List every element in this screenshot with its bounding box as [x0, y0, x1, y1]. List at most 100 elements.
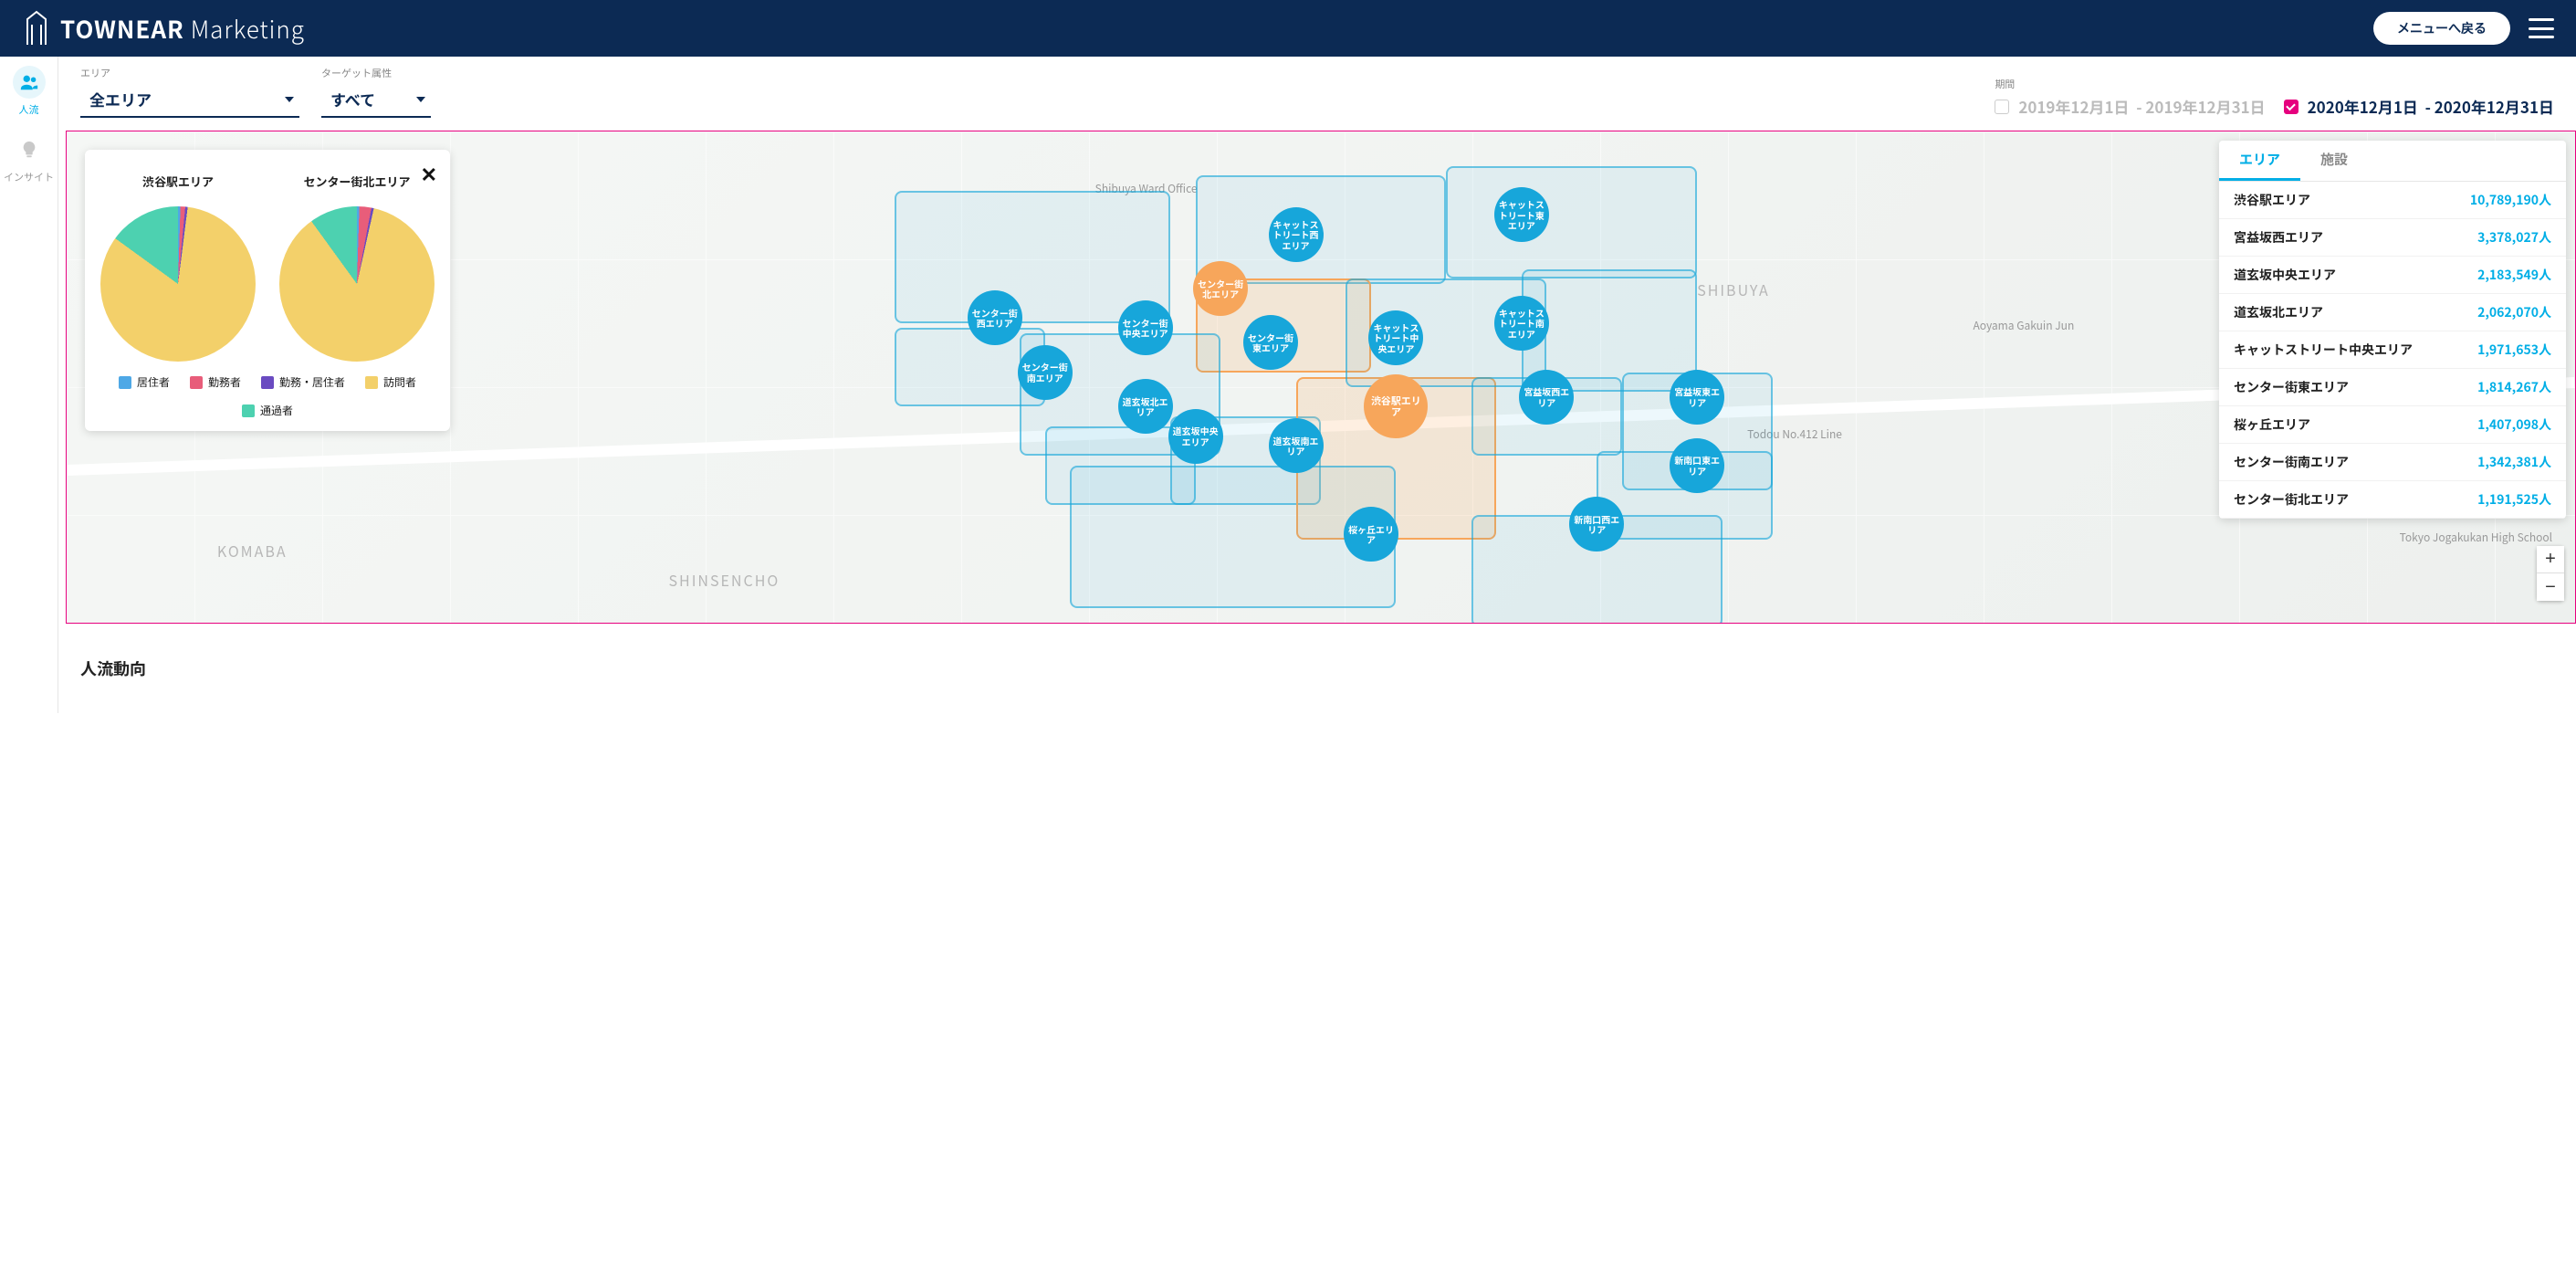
panel-tab[interactable]: 施設 [2300, 141, 2368, 181]
area-marker[interactable]: 渋谷駅エリア [1364, 374, 1428, 438]
area-marker[interactable]: 道玄坂北エリア [1118, 379, 1173, 434]
area-row-value: 1,971,653人 [2477, 341, 2551, 359]
area-list-panel: エリア施設 渋谷駅エリア10,789,190人宮益坂西エリア 3,378,027人… [2219, 141, 2566, 519]
area-list-row[interactable]: 道玄坂中央エリア 2,183,549人 [2219, 257, 2566, 294]
area-row-value: 1,814,267人 [2477, 378, 2551, 396]
legend-item: 勤務者 [190, 374, 241, 390]
legend-item: 訪問者 [365, 374, 416, 390]
area-row-name: センター街南エリア [2234, 453, 2349, 471]
legend-item: 居住者 [119, 374, 170, 390]
map-zoom-control: + − [2537, 546, 2564, 601]
area-row-value: 2,183,549人 [2477, 266, 2551, 284]
period-a-range[interactable]: 2019年12月1日 - 2019年12月31日 [2018, 95, 2265, 118]
area-row-name: 道玄坂中央エリア [2234, 266, 2336, 284]
area-row-name: 桜ヶ丘エリア [2234, 415, 2310, 434]
chevron-down-icon [285, 97, 294, 102]
legend-item: 通過者 [242, 403, 293, 418]
pie-title: 渋谷駅エリア [142, 166, 214, 195]
map-poi-label: SHINSENCHO [669, 569, 780, 591]
legend-label: 居住者 [137, 374, 170, 390]
brand-logo: TOWNEAR Marketing [22, 10, 305, 47]
people-icon [13, 66, 46, 99]
chevron-down-icon [416, 97, 425, 102]
area-list-row[interactable]: センター街南エリア1,342,381人 [2219, 444, 2566, 481]
legend-label: 通過者 [260, 403, 293, 418]
area-row-value: 1,191,525人 [2477, 490, 2551, 509]
hamburger-menu-icon[interactable] [2529, 18, 2554, 38]
area-row-value: 10,789,190人 [2470, 191, 2551, 209]
filter-bar: エリア 全エリア ターゲット属性 すべて 期間 [58, 57, 2576, 123]
map-container[interactable]: Shibuya Ward OfficeSHIBUYAKOMABASHINSENC… [66, 131, 2576, 624]
legend-swatch-icon [119, 376, 131, 389]
sidebar-item-label: 人流 [19, 102, 39, 117]
area-marker[interactable]: キャットストリート西エリア [1269, 207, 1324, 262]
area-list-row[interactable]: センター街東エリア 1,814,267人 [2219, 369, 2566, 406]
area-marker[interactable]: センター街南エリア [1018, 345, 1073, 400]
area-marker[interactable]: 新南口東エリア [1670, 438, 1724, 493]
area-row-name: センター街北エリア [2234, 490, 2349, 509]
area-marker[interactable]: 宮益坂西エリア [1519, 370, 1574, 425]
close-icon[interactable]: ✕ [421, 159, 437, 188]
area-row-value: 1,407,098人 [2477, 415, 2551, 434]
header-right: メニューへ戻る [2373, 12, 2554, 45]
panel-tab[interactable]: エリア [2219, 141, 2300, 181]
area-marker[interactable]: センター街東エリア [1243, 315, 1298, 370]
area-list-row[interactable]: 桜ヶ丘エリア 1,407,098人 [2219, 406, 2566, 444]
zoom-out-button[interactable]: − [2537, 573, 2564, 601]
area-list-row[interactable]: 道玄坂北エリア 2,062,070人 [2219, 294, 2566, 331]
area-polygon[interactable] [895, 191, 1170, 323]
period-b-range[interactable]: 2020年12月1日 - 2020年12月31日 [2308, 95, 2554, 118]
area-select[interactable]: 全エリア [80, 84, 299, 118]
area-list-row[interactable]: 渋谷駅エリア10,789,190人 [2219, 182, 2566, 219]
legend-label: 訪問者 [383, 374, 416, 390]
pie-chart [100, 206, 256, 362]
app-header: TOWNEAR Marketing メニューへ戻る [0, 0, 2576, 57]
legend-label: 勤務者 [208, 374, 241, 390]
pie-chart [279, 206, 435, 362]
zoom-in-button[interactable]: + [2537, 546, 2564, 573]
legend-swatch-icon [365, 376, 378, 389]
map-poi-label: Aoyama Gakuin Jun [1973, 318, 2074, 333]
area-row-value: 2,062,070人 [2477, 303, 2551, 321]
area-marker[interactable]: 宮益坂東エリア [1670, 370, 1724, 425]
area-list-row[interactable]: 宮益坂西エリア 3,378,027人 [2219, 219, 2566, 257]
area-list-row[interactable]: キャットストリート中央エリア 1,971,653人 [2219, 331, 2566, 369]
trend-section: 人流動向 [58, 624, 2576, 713]
map-poi-label: KOMABA [217, 540, 288, 562]
map-poi-label: Tokyo Jogakukan High School [2400, 530, 2552, 545]
attribute-select[interactable]: すべて [321, 84, 431, 118]
bulb-icon [13, 133, 46, 166]
area-marker[interactable]: キャットストリート中央エリア [1368, 310, 1423, 365]
brand-text: TOWNEAR Marketing [60, 12, 305, 46]
area-marker[interactable]: センター街中央エリア [1118, 300, 1173, 355]
left-sidebar: 人流 インサイト [0, 57, 58, 713]
pie-legend: 居住者勤務者勤務・居住者訪問者通過者 [99, 374, 435, 418]
period-a-checkbox[interactable] [1995, 100, 2009, 114]
area-row-name: 道玄坂北エリア [2234, 303, 2323, 321]
area-marker[interactable]: キャットストリート南エリア [1494, 296, 1549, 351]
filter-attr-label: ターゲット属性 [321, 66, 431, 80]
area-polygon[interactable] [1446, 166, 1697, 279]
area-marker[interactable]: センター街西エリア [968, 290, 1022, 345]
area-row-name: センター街東エリア [2234, 378, 2349, 396]
area-marker[interactable]: 新南口西エリア [1569, 497, 1624, 551]
back-to-menu-button[interactable]: メニューへ戻る [2373, 12, 2510, 45]
area-row-name: 宮益坂西エリア [2234, 228, 2323, 247]
area-row-name: キャットストリート中央エリア [2234, 341, 2413, 359]
area-marker[interactable]: 道玄坂南エリア [1269, 418, 1324, 473]
area-marker[interactable]: キャットストリート東エリア [1494, 187, 1549, 242]
map-poi-label: SHIBUYA [1697, 278, 1770, 300]
area-marker[interactable]: 道玄坂中央エリア [1168, 409, 1223, 464]
area-row-value: 3,378,027人 [2477, 228, 2551, 247]
area-marker[interactable]: センター街北エリア [1193, 261, 1248, 316]
filter-period-label: 期間 [1995, 77, 2554, 91]
period-b: 2020年12月1日 - 2020年12月31日 [2284, 95, 2554, 118]
sidebar-item-people-flow[interactable]: 人流 [0, 66, 58, 117]
area-marker[interactable]: 桜ヶ丘エリア [1344, 507, 1398, 562]
sidebar-item-label: インサイト [4, 170, 54, 184]
pie-popup: ✕ 渋谷駅エリアセンター街北エリア 居住者勤務者勤務・居住者訪問者通過者 [85, 150, 450, 431]
period-b-checkbox[interactable] [2284, 100, 2299, 114]
sidebar-item-insight[interactable]: インサイト [0, 133, 58, 184]
legend-swatch-icon [190, 376, 203, 389]
area-list-row[interactable]: センター街北エリア 1,191,525人 [2219, 481, 2566, 519]
